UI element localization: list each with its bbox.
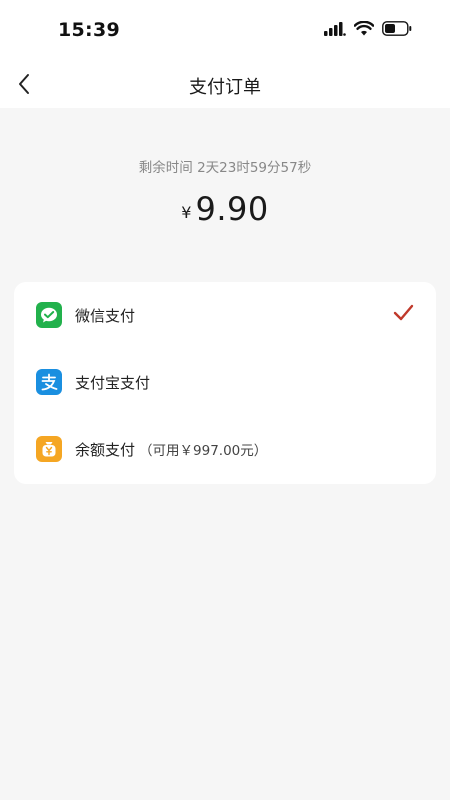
- checkmark-icon: [393, 304, 414, 321]
- available-balance-note: （可用￥997.00元）: [139, 443, 268, 459]
- wechat-pay-icon: [36, 302, 62, 328]
- payment-option-label: 余额支付 （可用￥997.00元）: [75, 439, 267, 460]
- payment-order-screen: 15:39 支付订单 剩余时间 2天23时59分57秒 ¥ 9.90 微信支付 …: [0, 0, 450, 800]
- payment-method-list: 微信支付 支付宝支付 余额支付 （可用￥997.00元）: [14, 282, 436, 484]
- page-title: 支付订单: [189, 77, 261, 98]
- alipay-icon: [36, 369, 62, 395]
- payment-option-label: 微信支付: [75, 307, 136, 325]
- payment-option-balance[interactable]: 余额支付 （可用￥997.00元）: [14, 419, 436, 479]
- status-icons: [324, 20, 412, 40]
- amount-value: 9.90: [195, 190, 269, 228]
- payment-option-title: 余额支付: [75, 441, 136, 459]
- wallet-balance-icon: [36, 436, 62, 462]
- payment-countdown: 剩余时间 2天23时59分57秒: [138, 160, 312, 176]
- payment-option-alipay[interactable]: 支付宝支付: [14, 352, 436, 412]
- battery-icon: [382, 20, 412, 40]
- wifi-icon: [353, 20, 375, 40]
- cellular-signal-icon: [324, 21, 346, 40]
- payment-option-label: 支付宝支付: [75, 374, 151, 392]
- status-bar: 15:39: [0, 0, 450, 60]
- payment-option-wechat[interactable]: 微信支付: [14, 285, 436, 345]
- payment-amount: ¥9.90: [0, 190, 450, 228]
- status-time: 15:39: [58, 19, 120, 41]
- nav-header: 支付订单: [0, 60, 450, 108]
- currency-symbol: ¥: [181, 203, 192, 222]
